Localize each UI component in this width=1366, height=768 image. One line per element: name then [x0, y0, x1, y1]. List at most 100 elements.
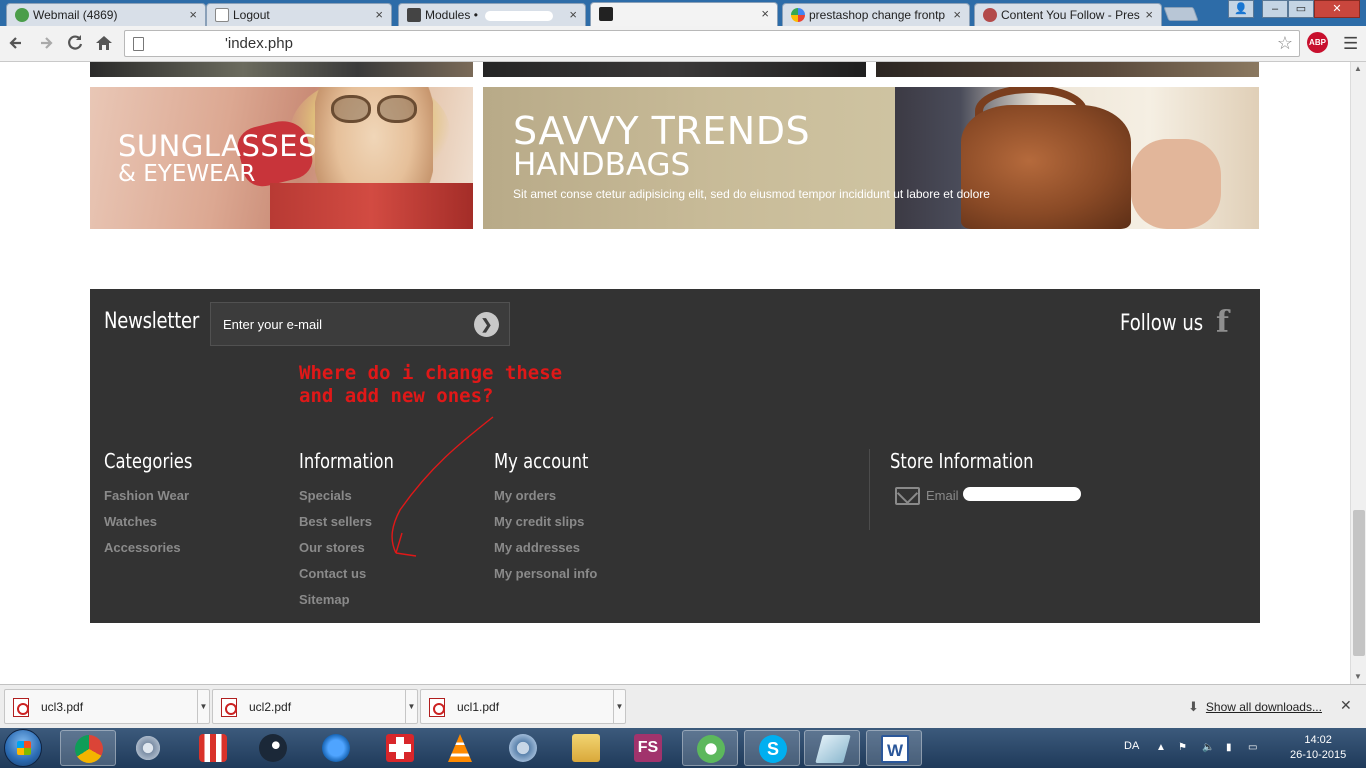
taskbar-popcorn-time[interactable]: [185, 730, 241, 766]
show-hidden-icons-icon[interactable]: ▲: [1156, 742, 1168, 754]
taskbar-fs[interactable]: FS: [620, 730, 676, 766]
tab-content-you-follow[interactable]: Content You Follow - Pres ×: [974, 3, 1162, 26]
home-icon[interactable]: [93, 32, 115, 54]
chevron-down-icon[interactable]: ▼: [613, 690, 625, 723]
footer-link-my-credit-slips[interactable]: My credit slips: [494, 509, 609, 535]
footer-link-our-stores[interactable]: Our stores: [299, 535, 415, 561]
sunglasses-banner[interactable]: SUNGLASSES & EYEWEAR: [90, 87, 473, 229]
tab-logout[interactable]: Logout ×: [206, 3, 392, 26]
newsletter-submit-icon[interactable]: ❯: [474, 312, 499, 337]
download-item[interactable]: ucl2.pdf ▼: [212, 689, 418, 724]
column-title: My account: [494, 449, 589, 473]
power-icon[interactable]: ▭: [1248, 742, 1260, 754]
banner-image[interactable]: [876, 62, 1259, 77]
footer-link-specials[interactable]: Specials: [299, 483, 415, 509]
tab-close-icon[interactable]: ×: [189, 7, 197, 22]
taskbar-utorrent[interactable]: [682, 730, 738, 766]
download-item[interactable]: ucl1.pdf ▼: [420, 689, 626, 724]
tab-close-icon[interactable]: ×: [953, 7, 961, 22]
skype-icon: S: [759, 735, 787, 763]
close-window-button[interactable]: ✕: [1314, 0, 1360, 18]
action-center-icon[interactable]: ⚑: [1178, 742, 1190, 754]
banner-description: Sit amet conse ctetur adipisicing elit, …: [513, 187, 990, 201]
tab-active-store[interactable]: ×: [590, 2, 778, 26]
reload-icon[interactable]: [64, 32, 86, 54]
handbags-banner[interactable]: SAVVY TRENDS HANDBAGS Sit amet conse cte…: [483, 87, 1259, 229]
banner-photo: [1131, 139, 1221, 229]
tab-google-search[interactable]: prestashop change frontp ×: [782, 3, 970, 26]
start-button[interactable]: [4, 729, 42, 767]
scroll-up-icon[interactable]: ▲: [1354, 64, 1362, 73]
taskbar-first-aid[interactable]: [372, 730, 428, 766]
minimize-button[interactable]: –: [1262, 0, 1288, 18]
star-icon[interactable]: ☆: [1277, 33, 1293, 54]
close-icon[interactable]: ✕: [1340, 697, 1352, 714]
taskbar-word[interactable]: W: [866, 730, 922, 766]
taskbar-vlc[interactable]: [432, 730, 488, 766]
footer-link-watches[interactable]: Watches: [104, 509, 212, 535]
user-icon[interactable]: 👤: [1228, 0, 1254, 18]
scroll-down-icon[interactable]: ▼: [1354, 672, 1362, 681]
tab-close-icon[interactable]: ×: [1145, 7, 1153, 22]
url-text: 'index.php: [225, 35, 293, 52]
show-all-downloads-link[interactable]: Show all downloads...: [1206, 700, 1322, 714]
tab-close-icon[interactable]: ×: [761, 6, 769, 21]
taskbar-settings[interactable]: [120, 730, 176, 766]
taskbar-chrome[interactable]: [60, 730, 116, 766]
tab-webmail[interactable]: Webmail (4869) ×: [6, 3, 206, 26]
tab-label: Content You Follow - Pres: [1001, 8, 1140, 22]
page-scrollbar[interactable]: ▲ ▼: [1350, 62, 1366, 684]
browser-toolbar: 'index.php ☆: [0, 26, 1366, 62]
show-all-downloads[interactable]: ⬇ Show all downloads...: [1188, 699, 1322, 715]
download-item[interactable]: ucl3.pdf ▼: [4, 689, 210, 724]
tab-close-icon[interactable]: ×: [375, 7, 383, 22]
back-icon[interactable]: [6, 32, 28, 54]
scrollbar-thumb[interactable]: [1353, 510, 1365, 656]
footer-link-my-addresses[interactable]: My addresses: [494, 535, 609, 561]
page-icon: [133, 37, 144, 51]
banner-image[interactable]: [483, 62, 866, 77]
footer-link-my-personal-info[interactable]: My personal info: [494, 561, 609, 587]
address-bar[interactable]: 'index.php ☆: [124, 30, 1300, 57]
footer-link-contact-us[interactable]: Contact us: [299, 561, 415, 587]
chevron-down-icon[interactable]: ▼: [197, 690, 209, 723]
taskbar-skype[interactable]: S: [744, 730, 800, 766]
clock[interactable]: 14:02 26-10-2015: [1290, 733, 1346, 763]
clock-time: 14:02: [1304, 734, 1332, 746]
adblock-plus-icon[interactable]: ABP: [1307, 32, 1328, 53]
footer-link-sitemap[interactable]: Sitemap: [299, 587, 415, 613]
language-indicator[interactable]: DA: [1124, 740, 1139, 752]
volume-icon[interactable]: 🔈: [1202, 742, 1214, 754]
newsletter-email-input[interactable]: Enter your e-mail ❯: [210, 302, 510, 346]
taskbar-steam[interactable]: [245, 730, 301, 766]
maximize-button[interactable]: ▭: [1288, 0, 1314, 18]
facebook-icon[interactable]: f: [1216, 305, 1229, 340]
footer-link-best-sellers[interactable]: Best sellers: [299, 509, 415, 535]
tab-close-icon[interactable]: ×: [569, 7, 577, 22]
tab-label: Modules •: [425, 8, 478, 22]
download-filename: ucl2.pdf: [249, 700, 292, 714]
banner-photo: [270, 183, 473, 229]
banner-image[interactable]: [90, 62, 473, 77]
forward-icon[interactable]: [35, 32, 57, 54]
annotation-line: Where do i change these: [299, 362, 563, 384]
footer-link-my-orders[interactable]: My orders: [494, 483, 609, 509]
network-icon[interactable]: ▮: [1226, 742, 1238, 754]
gear-icon: [134, 734, 162, 762]
footer-column-store-information: Store Information: [890, 449, 1065, 483]
taskbar-thunder[interactable]: [308, 730, 364, 766]
menu-icon[interactable]: ☰: [1343, 34, 1358, 54]
footer-column-my-account: My account My orders My credit slips My …: [494, 449, 609, 587]
download-filename: ucl3.pdf: [41, 700, 84, 714]
tab-modules[interactable]: Modules • ×: [398, 3, 586, 26]
footer-column-information: Information Specials Best sellers Our st…: [299, 449, 415, 613]
taskbar-file-explorer[interactable]: [558, 730, 614, 766]
browser-icon: [509, 734, 537, 762]
new-tab-button[interactable]: [1163, 7, 1199, 21]
newsletter-title: Newsletter: [104, 309, 200, 334]
taskbar-browser[interactable]: [495, 730, 551, 766]
taskbar-notes[interactable]: [804, 730, 860, 766]
chevron-down-icon[interactable]: ▼: [405, 690, 417, 723]
footer-link-accessories[interactable]: Accessories: [104, 535, 212, 561]
footer-link-fashion-wear[interactable]: Fashion Wear: [104, 483, 212, 509]
